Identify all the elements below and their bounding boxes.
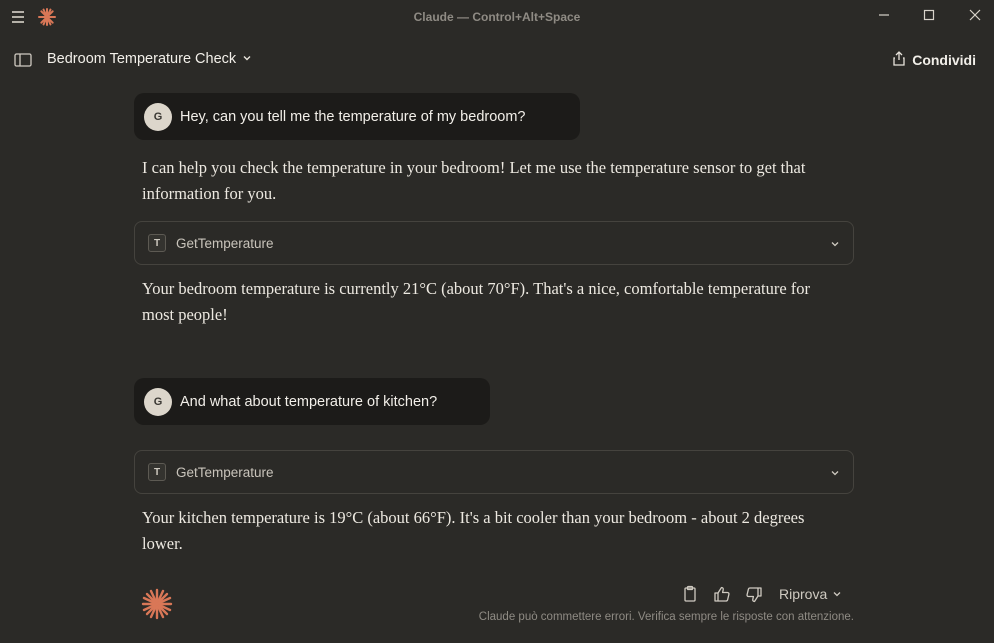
- chevron-down-icon: [832, 586, 842, 602]
- close-icon: [969, 8, 981, 26]
- user-message-text: And what about temperature of kitchen?: [180, 393, 438, 410]
- assistant-message: I can help you check the temperature in …: [142, 158, 806, 203]
- tool-badge: T: [148, 234, 166, 252]
- thumbs-up-icon[interactable]: [713, 585, 731, 603]
- minimize-icon: [878, 8, 890, 26]
- assistant-message: Your bedroom temperature is currently 21…: [142, 279, 811, 324]
- conversation-header: Bedroom Temperature Check Condividi: [0, 40, 994, 80]
- user-message-text: Hey, can you tell me the temperature of …: [180, 108, 526, 125]
- share-button[interactable]: Condividi: [892, 50, 976, 69]
- maximize-button[interactable]: [911, 4, 947, 30]
- tool-name: GetTemperature: [176, 235, 274, 251]
- chevron-down-icon: [242, 51, 252, 67]
- retry-button[interactable]: Riprova: [779, 586, 842, 602]
- claude-asterisk-icon: [140, 587, 174, 621]
- assistant-message: Your kitchen temperature is 19°C (about …: [142, 508, 805, 553]
- tool-call-expander[interactable]: T GetTemperature: [134, 450, 854, 494]
- tool-call-expander[interactable]: T GetTemperature: [134, 221, 854, 265]
- maximize-icon: [923, 8, 935, 26]
- title-bar: Claude — Control+Alt+Space: [0, 0, 994, 34]
- conversation-title: Bedroom Temperature Check: [47, 51, 237, 67]
- clipboard-icon[interactable]: [681, 585, 699, 603]
- window-title: Claude — Control+Alt+Space: [413, 10, 581, 24]
- tool-badge: T: [148, 463, 166, 481]
- share-icon: [892, 50, 906, 69]
- avatar: G: [144, 102, 172, 131]
- chevron-down-icon: [829, 237, 841, 249]
- user-message: G Hey, can you tell me the temperature o…: [134, 93, 580, 140]
- conversation-title-dropdown[interactable]: Bedroom Temperature Check: [47, 51, 252, 67]
- tool-name: GetTemperature: [176, 464, 274, 480]
- minimize-button[interactable]: [866, 4, 902, 30]
- share-label: Condividi: [912, 51, 976, 68]
- user-message: G And what about temperature of kitchen?: [134, 378, 490, 425]
- avatar: G: [144, 387, 172, 416]
- thumbs-down-icon[interactable]: [745, 586, 763, 604]
- disclaimer-text: Claude può commettere errori. Verifica s…: [478, 611, 854, 623]
- sidebar-toggle-icon[interactable]: [14, 52, 32, 68]
- close-button[interactable]: [957, 4, 993, 30]
- retry-label: Riprova: [779, 586, 828, 602]
- chevron-down-icon: [829, 466, 841, 478]
